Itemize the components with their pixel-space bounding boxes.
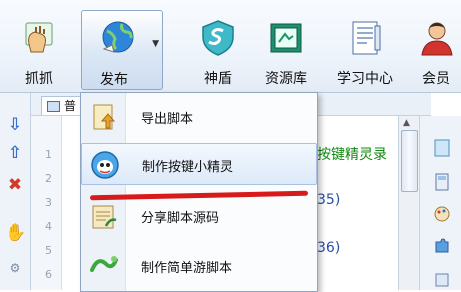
vertical-scrollbar[interactable]: ▲	[398, 116, 419, 290]
line-number: 1	[45, 148, 52, 161]
line-number-gutter: 1 2 3 4 5 6	[31, 116, 62, 290]
line-number: 4	[45, 220, 52, 233]
menu-item-make-sprite[interactable]: 制作按键小精灵	[81, 143, 317, 185]
line-number: 6	[45, 268, 52, 281]
member-icon	[421, 22, 453, 56]
right-tool-column	[419, 116, 461, 290]
resource-library-button[interactable]: 资源库	[253, 10, 319, 88]
shield-label: 神盾	[204, 71, 232, 87]
member-label: 会员	[422, 71, 450, 87]
learning-center-label: 学习中心	[337, 71, 393, 87]
menu-item-export-script[interactable]: 导出脚本	[81, 96, 317, 138]
scroll-thumb[interactable]	[401, 130, 418, 192]
member-button[interactable]: 会员	[414, 10, 458, 88]
left-tool-column: ⇩ ⇧ ✖ ✋ ⚙	[0, 93, 31, 290]
puzzle-icon[interactable]	[432, 236, 452, 256]
code-fragment: 36)	[317, 240, 341, 256]
grab-hand-icon	[25, 22, 53, 53]
page-icon[interactable]	[432, 138, 452, 158]
menu-item-label: 分享脚本源码	[141, 211, 220, 226]
tool-icon[interactable]: ⚙	[5, 261, 25, 275]
publish-button[interactable]: ▼ 发布	[81, 10, 163, 90]
menu-item-share-source[interactable]: 分享脚本源码	[81, 195, 317, 237]
line-number: 5	[45, 244, 52, 257]
line-number: 3	[45, 196, 52, 209]
menu-item-label: 制作简单游脚本	[141, 261, 233, 276]
arrow-up-icon[interactable]: ⇧	[5, 143, 25, 163]
shield-icon	[202, 20, 234, 56]
scroll-up-icon[interactable]: ▲	[403, 118, 410, 128]
delete-icon[interactable]: ✖	[5, 175, 25, 195]
menu-item-label: 导出脚本	[141, 112, 194, 127]
grab-label: 抓抓	[25, 71, 53, 87]
grid-icon[interactable]	[432, 270, 452, 290]
window-icon	[47, 101, 60, 112]
grab-button[interactable]: 抓抓	[14, 10, 64, 88]
publish-globe-icon	[102, 21, 134, 53]
export-script-icon	[93, 104, 116, 130]
learning-center-button[interactable]: 学习中心	[329, 10, 401, 88]
palette-icon[interactable]	[432, 204, 452, 224]
hand-icon[interactable]: ✋	[5, 223, 26, 243]
menu-item-simple-game-script[interactable]: 制作简单游脚本	[81, 245, 317, 287]
publish-label: 发布	[100, 72, 128, 88]
learning-center-icon	[352, 21, 381, 55]
resource-library-label: 资源库	[265, 71, 307, 87]
code-fragment: 35)	[317, 192, 341, 208]
tab-label: 普	[64, 99, 77, 113]
simple-game-script-icon	[90, 256, 118, 272]
sprite-face-icon	[91, 151, 119, 179]
chevron-down-icon[interactable]: ▼	[152, 39, 159, 49]
menu-item-label: 制作按键小精灵	[142, 160, 234, 175]
shield-button[interactable]: 神盾	[191, 10, 245, 88]
resource-library-icon	[270, 23, 302, 53]
line-number: 2	[45, 172, 52, 185]
main-toolbar: 抓抓 ▼ 发布 神盾 资源库 学习中心 会员	[0, 0, 461, 93]
code-comment-fragment: 按键精灵录	[317, 147, 387, 163]
calculator-icon[interactable]	[432, 172, 452, 192]
arrow-down-icon[interactable]: ⇩	[5, 115, 25, 135]
share-source-icon	[92, 205, 117, 229]
